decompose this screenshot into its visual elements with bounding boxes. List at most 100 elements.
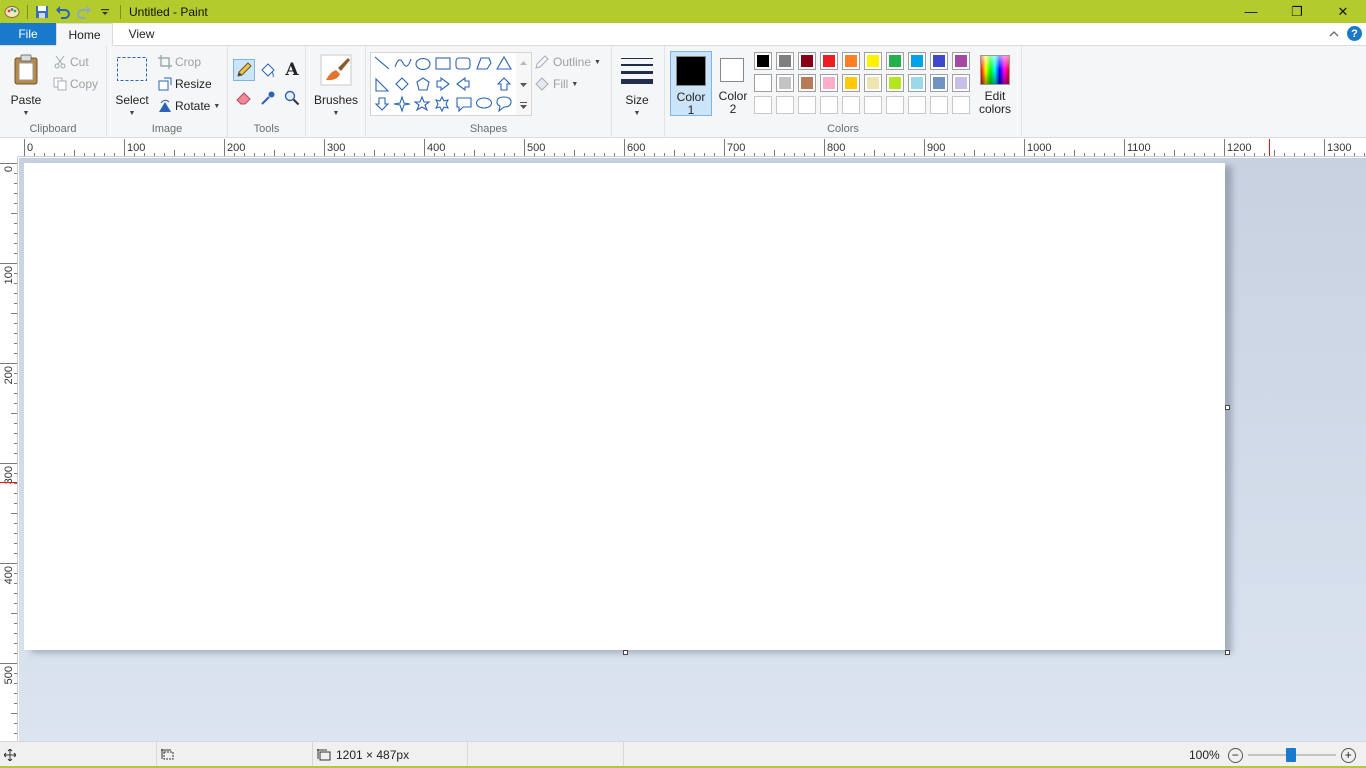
tab-view[interactable]: View [113,23,170,45]
cut-button[interactable]: Cut [53,52,89,72]
tab-file[interactable]: File [0,23,56,45]
ruler-label: 200 [3,366,15,384]
resize-handle-corner[interactable] [1225,650,1230,655]
palette-swatch[interactable] [798,96,816,114]
eraser-tool-button[interactable] [233,87,255,109]
palette-swatch[interactable] [754,74,772,92]
outline-button[interactable]: Outline ▼ [534,52,601,72]
swatch-color [889,77,901,89]
ruler-label: 100 [3,266,15,284]
palette-swatch[interactable] [908,96,926,114]
pencil-tool-button[interactable] [233,59,255,81]
cursor-position-section [0,742,157,768]
resize-button[interactable]: Resize [158,74,212,94]
status-bar: 1201 × 487px 100% − + [0,741,1366,768]
palette-swatch[interactable] [864,74,882,92]
swatch-color [933,77,945,89]
palette-swatch[interactable] [908,74,926,92]
color1-button[interactable]: Color 1 [670,51,712,117]
palette-swatch[interactable] [798,74,816,92]
crop-button[interactable]: Crop [158,52,201,72]
palette-swatch[interactable] [754,96,772,114]
save-icon[interactable] [32,2,52,22]
zoom-slider[interactable] [1247,748,1336,762]
palette-swatch[interactable] [864,52,882,70]
palette-swatch[interactable] [776,74,794,92]
help-icon[interactable]: ? [1347,26,1362,41]
ruler-label: 100 [127,142,145,154]
collapse-ribbon-icon[interactable] [1329,27,1339,41]
ruler-label: 400 [3,566,15,584]
brushes-button[interactable]: Brushes ▼ [312,50,360,117]
paste-button[interactable]: Paste ▼ [4,50,48,117]
text-icon: A [285,60,299,80]
palette-swatch[interactable] [952,96,970,114]
ruler-label: 700 [727,142,745,154]
zoom-out-icon[interactable]: − [1227,747,1243,763]
resize-label: Resize [175,77,212,91]
palette-swatch[interactable] [842,74,860,92]
swatch-color [757,77,769,89]
restore-button[interactable]: ❐ [1274,0,1320,23]
palette-swatch[interactable] [776,96,794,114]
tools-group-label: Tools [253,123,280,135]
palette-swatch[interactable] [864,96,882,114]
minimize-button[interactable]: — [1228,0,1274,23]
swatch-color [801,55,813,67]
chevron-down-icon: ▼ [571,80,579,88]
palette-swatch[interactable] [798,52,816,70]
chevron-down-icon: ▼ [594,58,601,66]
swatch-color [845,77,857,89]
paint-app-icon[interactable] [2,2,22,22]
ruler-label: 500 [527,142,545,154]
paste-icon [14,54,38,85]
brush-icon [320,54,352,86]
palette-swatch[interactable] [952,52,970,70]
close-button[interactable]: ✕ [1320,0,1366,23]
palette-swatch[interactable] [820,52,838,70]
zoom-slider-thumb[interactable] [1285,748,1296,762]
customize-toolbar-icon[interactable] [95,2,115,22]
palette-swatch[interactable] [842,52,860,70]
drawing-canvas[interactable] [24,163,1225,650]
tab-home[interactable]: Home [56,23,113,46]
resize-handle-right[interactable] [1225,405,1230,410]
magnifier-tool-button[interactable] [281,87,303,109]
palette-swatch[interactable] [820,74,838,92]
palette-swatch[interactable] [842,96,860,114]
palette-swatch[interactable] [886,52,904,70]
palette-swatch[interactable] [930,52,948,70]
palette-swatch[interactable] [886,96,904,114]
zoom-in-icon[interactable]: + [1340,747,1356,763]
fill-button[interactable]: Fill ▼ [534,74,578,94]
colors-group-label: Colors [827,123,859,135]
size-button[interactable]: Size ▼ [612,50,662,117]
palette-swatch[interactable] [886,74,904,92]
select-button[interactable]: Select ▼ [112,50,152,117]
fill-tool-button[interactable] [257,59,279,81]
color-picker-tool-button[interactable] [257,87,279,109]
palette-swatch[interactable] [908,52,926,70]
shapes-gallery[interactable] [370,52,532,116]
text-tool-button[interactable]: A [281,59,303,81]
swatch-color [955,55,967,67]
palette-swatch[interactable] [952,74,970,92]
chevron-down-icon: ▼ [213,102,221,110]
palette-swatch[interactable] [754,52,772,70]
edit-colors-button[interactable]: Edit colors [975,51,1015,116]
quick-access-toolbar [0,0,125,23]
redo-icon[interactable] [74,2,94,22]
window-title: Untitled - Paint [129,4,208,19]
swatch-color [757,55,769,67]
rotate-button[interactable]: Rotate ▼ [158,96,220,116]
copy-button[interactable]: Copy [53,74,98,94]
palette-swatch[interactable] [776,52,794,70]
eraser-icon [236,92,251,105]
canvas-size-section: 1201 × 487px [313,742,468,768]
resize-handle-bottom[interactable] [623,650,628,655]
undo-icon[interactable] [53,2,73,22]
color2-button[interactable]: Color 2 [714,51,752,116]
palette-swatch[interactable] [820,96,838,114]
palette-swatch[interactable] [930,96,948,114]
palette-swatch[interactable] [930,74,948,92]
